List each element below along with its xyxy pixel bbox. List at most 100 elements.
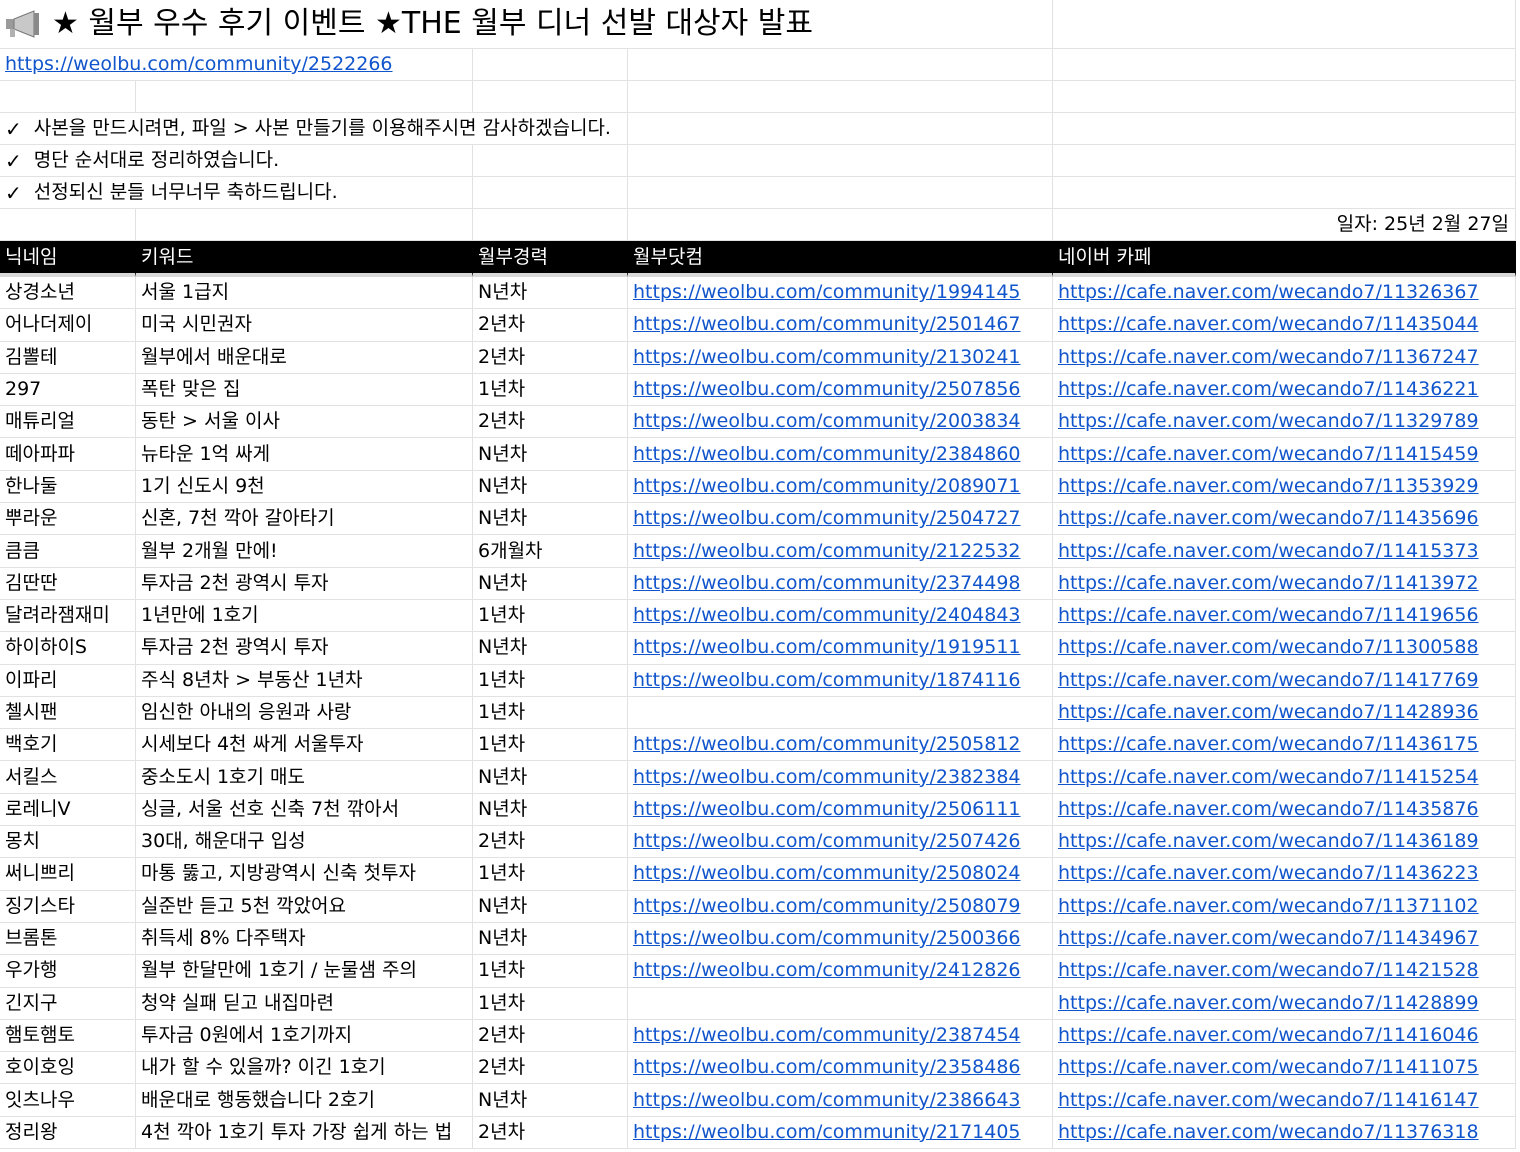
weolbu-link[interactable]: https://weolbu.com/community/2382384 (633, 767, 1021, 787)
weolbu-cell[interactable]: https://weolbu.com/community/2122532 (628, 535, 1053, 568)
naver-cafe-cell[interactable]: https://cafe.naver.com/wecando7/11428936 (1053, 696, 1516, 730)
empty-cell[interactable] (1053, 113, 1516, 145)
career-cell[interactable]: N년차 (473, 922, 628, 956)
weolbu-link[interactable]: https://weolbu.com/community/2130241 (633, 347, 1021, 367)
weolbu-link[interactable]: https://weolbu.com/community/2122532 (633, 541, 1021, 561)
naver-cafe-link[interactable]: https://cafe.naver.com/wecando7/11436175 (1058, 735, 1479, 754)
announcement-link[interactable]: https://weolbu.com/community/2522266 (5, 55, 393, 74)
nickname-cell[interactable]: 첼시팬 (0, 696, 136, 730)
weolbu-link[interactable]: https://weolbu.com/community/2500366 (633, 929, 1021, 948)
empty-cell[interactable] (136, 81, 473, 113)
keyword-cell[interactable]: 취득세 8% 다주택자 (136, 922, 473, 956)
note-cell[interactable]: ✓ 사본을 만드시려면, 파일 > 사본 만들기를 이용해주시면 감사하겠습니다… (0, 113, 628, 145)
keyword-cell[interactable]: 1기 신도시 9천 (136, 470, 473, 504)
naver-cafe-cell[interactable]: https://cafe.naver.com/wecando7/11435876 (1053, 793, 1516, 827)
weolbu-cell[interactable]: https://weolbu.com/community/2003834 (628, 406, 1053, 439)
weolbu-link[interactable]: https://weolbu.com/community/2404843 (633, 606, 1021, 625)
naver-cafe-link[interactable]: https://cafe.naver.com/wecando7/11428899 (1058, 993, 1479, 1013)
weolbu-cell[interactable]: https://weolbu.com/community/1874116 (628, 664, 1053, 697)
career-cell[interactable]: 2년차 (473, 826, 628, 859)
empty-cell[interactable] (628, 81, 1053, 113)
naver-cafe-link[interactable]: https://cafe.naver.com/wecando7/11434967 (1058, 929, 1479, 948)
career-cell[interactable]: N년차 (473, 761, 628, 794)
weolbu-link[interactable]: https://weolbu.com/community/2003834 (633, 412, 1021, 431)
naver-cafe-cell[interactable]: https://cafe.naver.com/wecando7/11411075 (1053, 1052, 1516, 1085)
empty-cell[interactable] (628, 209, 1053, 241)
keyword-cell[interactable]: 실준반 듣고 5천 깍았어요 (136, 890, 473, 923)
nickname-cell[interactable]: 서킬스 (0, 761, 136, 794)
weolbu-cell[interactable]: https://weolbu.com/community/2130241 (628, 341, 1053, 374)
empty-cell[interactable] (0, 81, 136, 113)
naver-cafe-link[interactable]: https://cafe.naver.com/wecando7/11416046 (1058, 1025, 1479, 1045)
career-cell[interactable]: 2년차 (473, 1052, 628, 1085)
nickname-cell[interactable]: 징기스타 (0, 890, 136, 923)
career-cell[interactable]: 1년차 (473, 987, 628, 1020)
keyword-cell[interactable]: 중소도시 1호기 매도 (136, 761, 473, 794)
weolbu-link[interactable]: https://weolbu.com/community/2374498 (633, 573, 1021, 593)
naver-cafe-link[interactable]: https://cafe.naver.com/wecando7/11419656 (1058, 606, 1479, 625)
empty-cell[interactable] (473, 145, 628, 177)
keyword-cell[interactable]: 미국 시민권자 (136, 309, 473, 342)
nickname-cell[interactable]: 김뽈테 (0, 341, 136, 374)
keyword-cell[interactable]: 배운대로 행동했습니다 2호기 (136, 1084, 473, 1117)
header-keyword[interactable]: 키워드 (136, 241, 473, 277)
career-cell[interactable]: N년차 (473, 632, 628, 665)
weolbu-cell[interactable]: https://weolbu.com/community/2089071 (628, 470, 1053, 504)
career-cell[interactable]: 2년차 (473, 1116, 628, 1150)
keyword-cell[interactable]: 뉴타운 1억 싸게 (136, 438, 473, 471)
weolbu-link[interactable]: https://weolbu.com/community/2384860 (633, 444, 1021, 464)
keyword-cell[interactable]: 월부에서 배운대로 (136, 341, 473, 374)
weolbu-link[interactable]: https://weolbu.com/community/2505812 (633, 735, 1021, 754)
header-naver-cafe[interactable]: 네이버 카페 (1053, 241, 1516, 277)
note-cell[interactable]: ✓ 명단 순서대로 정리하였습니다. (0, 145, 473, 177)
career-cell[interactable]: 6개월차 (473, 535, 628, 568)
empty-cell[interactable] (628, 49, 1053, 81)
weolbu-link[interactable]: https://weolbu.com/community/2387454 (633, 1025, 1021, 1045)
naver-cafe-cell[interactable]: https://cafe.naver.com/wecando7/11434967 (1053, 922, 1516, 956)
career-cell[interactable]: N년차 (473, 567, 628, 600)
keyword-cell[interactable]: 월부 한달만에 1호기 / 눈물샘 주의 (136, 955, 473, 988)
nickname-cell[interactable]: 김딴딴 (0, 567, 136, 600)
nickname-cell[interactable]: 매튜리얼 (0, 406, 136, 439)
weolbu-cell[interactable]: https://weolbu.com/community/2507856 (628, 373, 1053, 407)
nickname-cell[interactable]: 뿌라운 (0, 503, 136, 536)
weolbu-cell[interactable]: https://weolbu.com/community/2508024 (628, 858, 1053, 891)
weolbu-cell[interactable]: https://weolbu.com/community/2501467 (628, 309, 1053, 342)
date-cell[interactable]: 일자: 25년 2월 27일 (1053, 209, 1516, 241)
nickname-cell[interactable]: 달려라잼재미 (0, 599, 136, 633)
career-cell[interactable]: N년차 (473, 438, 628, 471)
page-title-cell[interactable]: ★ 월부 우수 후기 이벤트 ★THE 월부 디너 선발 대상자 발표 (0, 0, 1053, 49)
naver-cafe-link[interactable]: https://cafe.naver.com/wecando7/11436189 (1058, 832, 1479, 851)
naver-cafe-link[interactable]: https://cafe.naver.com/wecando7/11415373 (1058, 541, 1479, 561)
career-cell[interactable]: N년차 (473, 890, 628, 923)
career-cell[interactable]: N년차 (473, 503, 628, 536)
weolbu-cell[interactable]: https://weolbu.com/community/2500366 (628, 922, 1053, 956)
weolbu-cell[interactable]: https://weolbu.com/community/2505812 (628, 729, 1053, 762)
career-cell[interactable]: 1년차 (473, 599, 628, 633)
header-weolbu-link[interactable]: 월부닷컴 (628, 241, 1053, 277)
naver-cafe-link[interactable]: https://cafe.naver.com/wecando7/11435044 (1058, 315, 1479, 334)
nickname-cell[interactable]: 호이호잉 (0, 1052, 136, 1085)
nickname-cell[interactable]: 써니쁘리 (0, 858, 136, 891)
nickname-cell[interactable]: 떼아파파 (0, 438, 136, 471)
naver-cafe-cell[interactable]: https://cafe.naver.com/wecando7/11419656 (1053, 599, 1516, 633)
naver-cafe-link[interactable]: https://cafe.naver.com/wecando7/11417769 (1058, 670, 1479, 690)
nickname-cell[interactable]: 하이하이S (0, 632, 136, 665)
empty-cell[interactable] (1053, 0, 1516, 49)
keyword-cell[interactable]: 투자금 2천 광역시 투자 (136, 632, 473, 665)
keyword-cell[interactable]: 1년만에 1호기 (136, 599, 473, 633)
keyword-cell[interactable]: 내가 할 수 있을까? 이긴 1호기 (136, 1052, 473, 1085)
career-cell[interactable]: 1년차 (473, 858, 628, 891)
keyword-cell[interactable]: 30대, 해운대구 입성 (136, 826, 473, 859)
naver-cafe-link[interactable]: https://cafe.naver.com/wecando7/11416147 (1058, 1090, 1479, 1110)
empty-cell[interactable] (628, 113, 1053, 145)
weolbu-cell[interactable]: https://weolbu.com/community/2358486 (628, 1052, 1053, 1085)
naver-cafe-cell[interactable]: https://cafe.naver.com/wecando7/11417769 (1053, 664, 1516, 697)
naver-cafe-cell[interactable]: https://cafe.naver.com/wecando7/11415373 (1053, 535, 1516, 568)
nickname-cell[interactable]: 우가행 (0, 955, 136, 988)
keyword-cell[interactable]: 투자금 0원에서 1호기까지 (136, 1019, 473, 1053)
weolbu-link[interactable]: https://weolbu.com/community/2501467 (633, 315, 1021, 334)
empty-cell[interactable] (136, 209, 473, 241)
weolbu-link[interactable]: https://weolbu.com/community/1919511 (633, 638, 1021, 657)
empty-cell[interactable] (1053, 81, 1516, 113)
